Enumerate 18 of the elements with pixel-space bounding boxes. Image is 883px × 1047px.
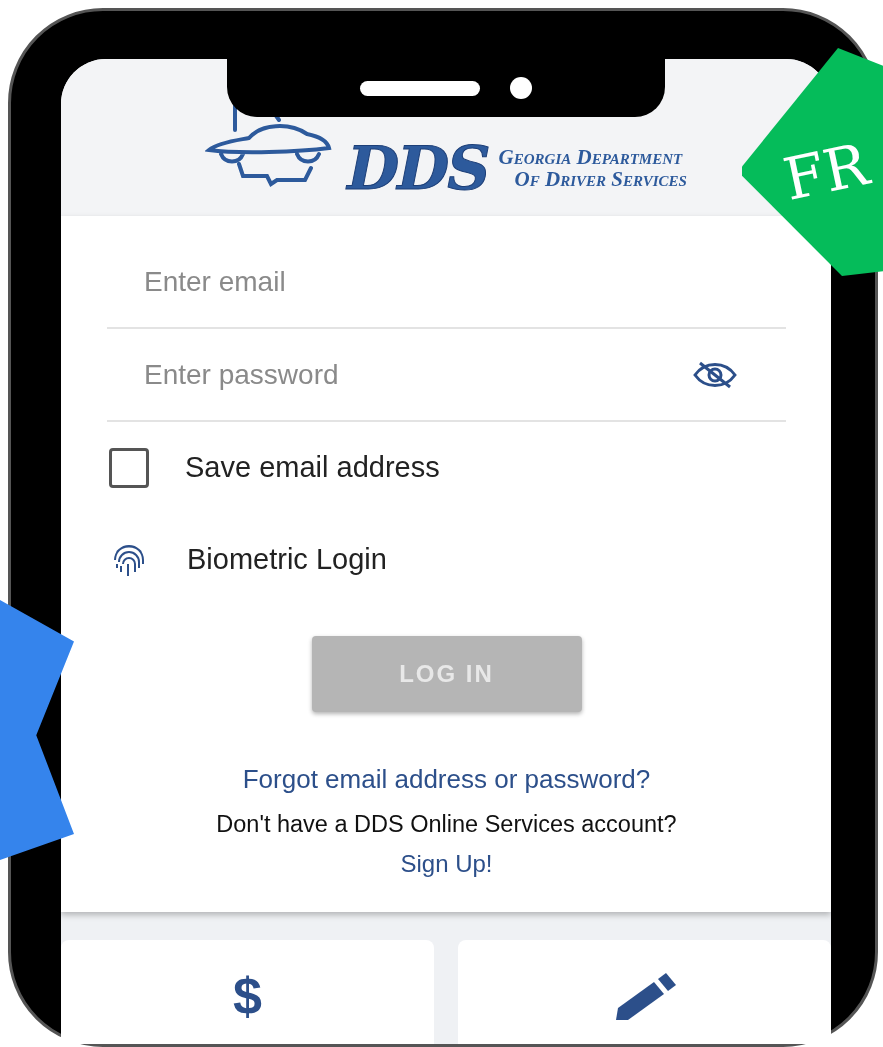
save-email-checkbox[interactable]: [109, 448, 149, 488]
email-field[interactable]: Enter email: [107, 259, 786, 304]
fingerprint-icon[interactable]: [111, 542, 147, 578]
dollar-sign: $: [233, 970, 262, 1025]
save-email-label: Save email address: [185, 450, 440, 486]
logo-wordmark: DDS: [347, 138, 489, 198]
speaker-icon: [360, 80, 480, 96]
forgot-link[interactable]: Forgot email address or password?: [242, 764, 651, 794]
password-field[interactable]: Enter password: [107, 352, 692, 397]
eye-slash-icon[interactable]: [692, 359, 738, 390]
signup-link[interactable]: Sign Up!: [400, 850, 493, 878]
service-tile[interactable]: $: [61, 940, 434, 1044]
logo-subtitle: Georgia Department: [498, 145, 684, 168]
signup-prompt: Don't have a DDS Online Services account?: [216, 811, 677, 837]
logo-subtitle: Of Driver Services: [514, 167, 687, 190]
biometric-login-label[interactable]: Biometric Login: [171, 538, 387, 582]
camera-icon: [510, 77, 532, 99]
promo-text: FR: [778, 134, 874, 210]
